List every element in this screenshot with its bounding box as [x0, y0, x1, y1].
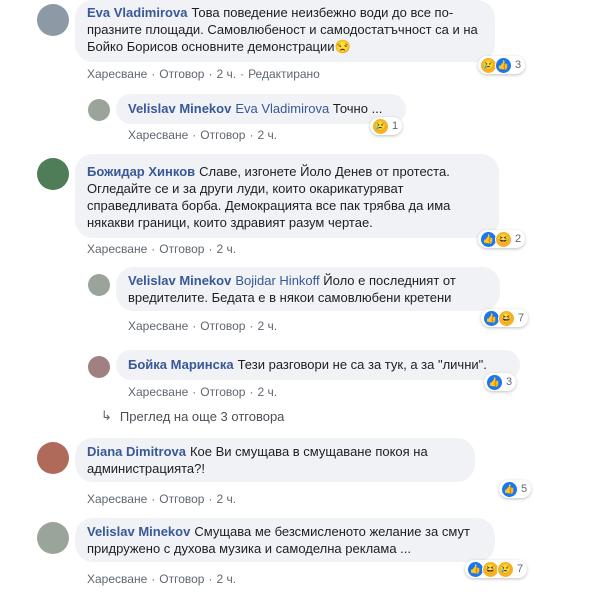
comment-bubble: Eva Vladimirova Това поведение неизбежно … [75, 0, 495, 62]
comment-author[interactable]: Velislav Minekov [87, 524, 190, 539]
like-link[interactable]: Харесване [87, 67, 147, 81]
reaction-count: 5 [521, 483, 528, 495]
comment-author[interactable]: Diana Dimitrova [87, 444, 186, 459]
reaction-summary[interactable]: 👍 3 [484, 373, 517, 391]
reaction-count: 3 [515, 59, 522, 71]
avatar[interactable] [88, 356, 110, 378]
like-link[interactable]: Харесване [87, 572, 147, 586]
reaction-count: 7 [517, 563, 524, 575]
thumbs-up-icon: 👍 [495, 56, 512, 74]
avatar[interactable] [37, 4, 69, 36]
reaction-summary[interactable]: 👍 😆 2 [478, 230, 526, 248]
avatar[interactable] [37, 442, 69, 474]
crying-face-icon: 😢 [497, 560, 514, 578]
mention-link[interactable]: Eva Vladimirova [235, 101, 329, 116]
timestamp[interactable]: 2 ч. [257, 385, 277, 399]
view-more-replies[interactable]: ↳ Преглед на още 3 отговора [101, 408, 284, 424]
comment-actions: Харесване · Отговор · 2 ч. [128, 319, 278, 333]
comment-actions: Харесване · Отговор · 2 ч. [87, 242, 237, 256]
comment-author[interactable]: Velislav Minekov [128, 101, 231, 116]
like-link[interactable]: Харесване [87, 242, 147, 256]
reaction-count: 1 [392, 120, 399, 132]
comment-bubble: Бойка Маринска Тези разговори не са за ту… [116, 350, 520, 380]
comment-author[interactable]: Velislav Minekov [128, 273, 231, 288]
reaction-summary[interactable]: 👍 😆 7 [481, 309, 529, 327]
avatar[interactable] [37, 158, 69, 190]
comment-actions: Харесване · Отговор · 2 ч. [128, 385, 278, 399]
reaction-count: 3 [506, 376, 513, 388]
mention-link[interactable]: Bojidar Hinkoff [235, 273, 319, 288]
comment-bubble: Velislav Minekov Eva Vladimirova Точно ..… [116, 94, 406, 124]
edited-label: Редактирано [248, 67, 320, 81]
comment-bubble: Velislav Minekov Bojidar Hinkoff Йоло е п… [116, 267, 500, 311]
comment-actions: Харесване · Отговор · 2 ч. [128, 128, 278, 142]
comment-text: Точно ... [332, 101, 383, 116]
reaction-summary[interactable]: 👍 5 [499, 480, 532, 498]
comment-bubble: Velislav Minekov Смущава ме безсмисленото… [75, 518, 495, 562]
like-link[interactable]: Харесване [128, 128, 188, 142]
reply-link[interactable]: Отговор [159, 492, 204, 506]
timestamp[interactable]: 2 ч. [257, 128, 277, 142]
avatar[interactable] [88, 274, 110, 296]
like-link[interactable]: Харесване [128, 385, 188, 399]
reaction-count: 7 [518, 312, 525, 324]
laughing-face-icon: 😆 [498, 309, 515, 327]
comment-author[interactable]: Божидар Хинков [87, 164, 195, 179]
view-more-replies-label[interactable]: Преглед на още 3 отговора [120, 409, 285, 424]
comment-bubble: Diana Dimitrova Кое Ви смущава в смущаван… [75, 438, 475, 482]
reply-link[interactable]: Отговор [200, 385, 245, 399]
reaction-summary[interactable]: 😢 👍 3 [478, 56, 526, 74]
thumbs-up-icon: 👍 [501, 480, 518, 498]
reaction-summary[interactable]: 👍 😆 😢 7 [465, 560, 528, 578]
reply-link[interactable]: Отговор [159, 572, 204, 586]
reply-link[interactable]: Отговор [159, 242, 204, 256]
comment-bubble: Божидар Хинков Славе, изгонете Йоло Денев… [75, 154, 499, 238]
comment-text: Тези разговори не са за тук, а за "лични… [237, 357, 487, 372]
comment-actions: Харесване · Отговор · 2 ч. [87, 572, 237, 586]
avatar[interactable] [37, 522, 69, 554]
reply-arrow-icon: ↳ [101, 408, 112, 423]
timestamp[interactable]: 2 ч. [216, 492, 236, 506]
timestamp[interactable]: 2 ч. [257, 319, 277, 333]
thumbs-up-icon: 👍 [486, 373, 503, 391]
comment-actions: Харесване · Отговор · 2 ч. · Редактирано [87, 67, 320, 81]
reply-link[interactable]: Отговор [159, 67, 204, 81]
comment-author[interactable]: Eva Vladimirova [87, 5, 187, 20]
timestamp[interactable]: 2 ч. [216, 572, 236, 586]
crying-face-icon: 😢 [372, 117, 389, 135]
like-link[interactable]: Харесване [128, 319, 188, 333]
avatar[interactable] [88, 99, 110, 121]
timestamp[interactable]: 2 ч. [216, 67, 236, 81]
reply-link[interactable]: Отговор [200, 319, 245, 333]
like-link[interactable]: Харесване [87, 492, 147, 506]
reaction-summary[interactable]: 😢 1 [370, 117, 403, 135]
comment-author[interactable]: Бойка Маринска [128, 357, 234, 372]
reply-link[interactable]: Отговор [200, 128, 245, 142]
reaction-count: 2 [515, 233, 522, 245]
timestamp[interactable]: 2 ч. [216, 242, 236, 256]
comment-actions: Харесване · Отговор · 2 ч. [87, 492, 237, 506]
laughing-face-icon: 😆 [495, 230, 512, 248]
